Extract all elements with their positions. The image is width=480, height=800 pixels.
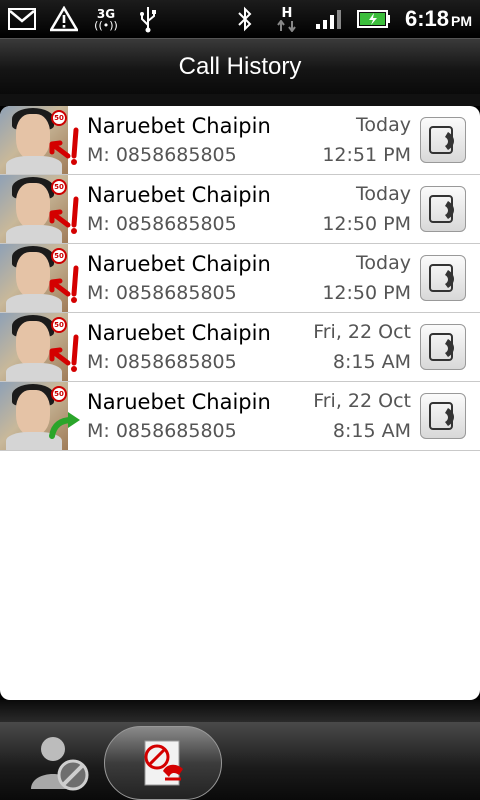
sticker-badge-icon: 50 [51,386,67,402]
call-history-list: 50 Naruebet Chaipin M: 0858685805 Today … [0,106,480,700]
sticker-badge-icon: 50 [51,317,67,333]
gmail-icon [8,5,36,33]
sticker-badge-icon: 50 [51,248,67,264]
tab-people[interactable] [22,730,98,796]
contact-name: Naruebet Chaipin [87,183,271,207]
call-back-button[interactable] [420,186,466,232]
call-time: 8:15 AM [332,351,411,373]
contact-name: Naruebet Chaipin [87,390,271,414]
missed-call-icon [46,126,82,166]
call-time: 8:15 AM [332,420,411,442]
usb-icon [134,5,162,33]
phone-handset-icon [429,264,454,292]
contact-number: M: 0858685805 [87,351,237,373]
contact-name: Naruebet Chaipin [87,321,271,345]
call-log-item[interactable]: 50 Naruebet Chaipin M: 0858685805 Fri, 2… [0,313,480,382]
call-date: Today [356,114,411,136]
sticker-badge-icon: 50 [51,110,67,126]
call-time: 12:50 PM [322,213,411,235]
status-bar: 3G ((•)) H 6:18 PM [0,0,480,38]
signal-icon [315,5,343,33]
call-date: Today [356,183,411,205]
contact-photo-face [16,321,50,367]
call-date: Fri, 22 Oct [313,390,411,412]
battery-icon [356,5,391,33]
clock-ampm: PM [451,13,472,29]
call-log-item[interactable]: 50 Naruebet Chaipin M: 0858685805 Fri, 2… [0,382,480,451]
phone-handset-icon [429,402,454,430]
call-time: 12:50 PM [322,282,411,304]
title-bar: Call History [0,38,480,94]
contact-number: M: 0858685805 [87,144,237,166]
header-gap [0,94,480,106]
sticker-badge-icon: 50 [51,179,67,195]
missed-call-icon [46,333,82,373]
contact-photo-face [16,183,50,229]
phone-handset-icon [429,195,454,223]
clock: 6:18 PM [405,6,472,32]
missed-call-icon [46,264,82,304]
3g-icon: 3G ((•)) [94,6,118,32]
call-back-button[interactable] [420,393,466,439]
call-date: Today [356,252,411,274]
data-label: H [281,5,293,21]
missed-call-icon [46,195,82,235]
call-history-icon [144,740,183,786]
contact-photo-face [16,390,50,436]
call-time: 12:51 PM [322,144,411,166]
call-log-item[interactable]: 50 Naruebet Chaipin M: 0858685805 Today … [0,244,480,313]
outgoing-call-icon [46,402,82,442]
h-data-icon: H [273,5,301,33]
clock-time: 6:18 [404,6,449,31]
contact-photo-face [16,114,50,160]
call-back-button[interactable] [420,324,466,370]
contact-number: M: 0858685805 [87,213,237,235]
people-icon [31,737,89,791]
contact-name: Naruebet Chaipin [87,252,271,276]
call-back-button[interactable] [420,255,466,301]
contact-name: Naruebet Chaipin [87,114,271,138]
bluetooth-icon [231,5,259,33]
call-date: Fri, 22 Oct [313,321,411,343]
contact-number: M: 0858685805 [87,282,237,304]
phone-handset-icon [429,333,454,361]
call-back-button[interactable] [420,117,466,163]
call-log-item[interactable]: 50 Naruebet Chaipin M: 0858685805 Today … [0,106,480,175]
call-log-item[interactable]: 50 Naruebet Chaipin M: 0858685805 Today … [0,175,480,244]
network-label: 3G [96,6,116,21]
bottom-separator [0,700,480,722]
phone-handset-icon [429,126,454,154]
contact-photo-face [16,252,50,298]
page-title: Call History [178,52,302,80]
tab-bar [0,722,480,800]
tab-call-history[interactable] [104,726,222,800]
contact-number: M: 0858685805 [87,420,237,442]
warning-icon [50,5,78,33]
